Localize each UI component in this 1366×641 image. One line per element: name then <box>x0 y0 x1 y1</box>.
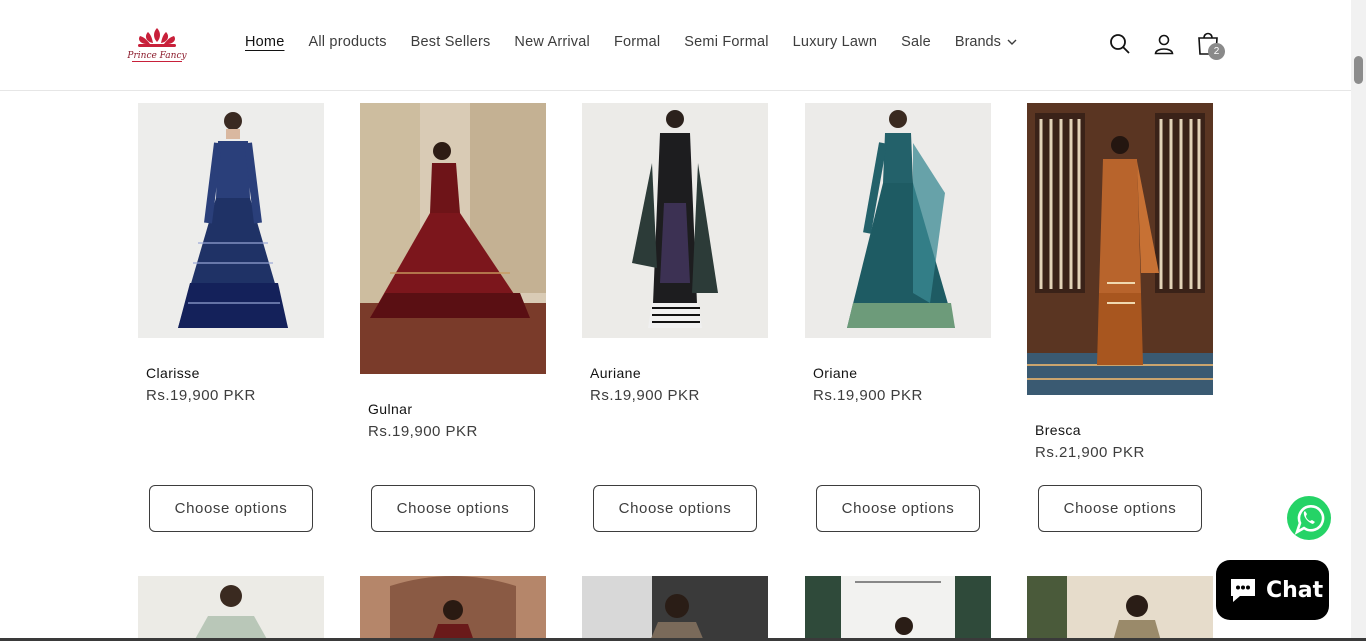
store-logo[interactable]: Prince Fancy <box>126 24 188 66</box>
whatsapp-icon[interactable] <box>1283 492 1335 544</box>
search-icon[interactable] <box>1108 32 1132 56</box>
product-card[interactable]: Gulnar Rs.19,900 PKR <box>360 103 546 440</box>
product-image[interactable] <box>582 103 768 338</box>
product-price: Rs.19,900 PKR <box>813 387 923 404</box>
product-card[interactable]: Oriane Rs.19,900 PKR <box>805 103 991 404</box>
product-image[interactable] <box>1027 103 1213 395</box>
site-header: Prince Fancy Home All products Best Sell… <box>0 0 1366 91</box>
nav-formal[interactable]: Formal <box>614 34 660 50</box>
nav-home[interactable]: Home <box>245 34 284 50</box>
product-image[interactable] <box>805 576 991 641</box>
product-card[interactable]: Auriane Rs.19,900 PKR <box>582 103 768 404</box>
product-name[interactable]: Bresca <box>1035 422 1081 438</box>
choose-options-button[interactable]: Choose options <box>1038 485 1202 532</box>
product-name[interactable]: Gulnar <box>368 401 412 417</box>
nav-all-products[interactable]: All products <box>308 34 386 50</box>
product-image[interactable] <box>138 103 324 338</box>
main-nav: Home All products Best Sellers New Arriv… <box>245 34 1017 50</box>
nav-sale[interactable]: Sale <box>901 34 931 50</box>
product-price: Rs.21,900 PKR <box>1035 444 1145 461</box>
product-image[interactable] <box>1027 576 1213 641</box>
product-price: Rs.19,900 PKR <box>368 423 478 440</box>
product-image[interactable] <box>360 576 546 641</box>
choose-options-button[interactable]: Choose options <box>816 485 980 532</box>
chevron-down-icon <box>1007 39 1017 45</box>
nav-best-sellers[interactable]: Best Sellers <box>411 34 491 50</box>
product-name[interactable]: Clarisse <box>146 365 200 381</box>
chat-label: Chat <box>1266 577 1324 603</box>
product-card[interactable]: Bresca Rs.21,900 PKR <box>1027 103 1213 461</box>
product-image[interactable] <box>360 103 546 374</box>
nav-new-arrival[interactable]: New Arrival <box>514 34 590 50</box>
product-price: Rs.19,900 PKR <box>590 387 700 404</box>
choose-options-button[interactable]: Choose options <box>149 485 313 532</box>
nav-luxury-lawn[interactable]: Luxury Lawn <box>793 34 877 50</box>
account-icon[interactable] <box>1152 32 1176 56</box>
product-image[interactable] <box>805 103 991 338</box>
svg-text:Prince Fancy: Prince Fancy <box>126 51 187 61</box>
chat-button[interactable]: Chat <box>1216 560 1329 620</box>
product-card[interactable]: Clarisse Rs.19,900 PKR <box>138 103 324 404</box>
product-image[interactable] <box>582 576 768 641</box>
product-name[interactable]: Oriane <box>813 365 857 381</box>
nav-brands-label: Brands <box>954 34 1001 50</box>
scrollbar-thumb[interactable] <box>1354 56 1363 84</box>
nav-brands-dropdown[interactable]: Brands <box>955 34 1017 50</box>
choose-options-button[interactable]: Choose options <box>371 485 535 532</box>
nav-semi-formal[interactable]: Semi Formal <box>684 34 768 50</box>
product-image[interactable] <box>138 576 324 641</box>
chat-bubble-icon <box>1231 579 1255 602</box>
page-scrollbar[interactable] <box>1351 0 1366 641</box>
product-price: Rs.19,900 PKR <box>146 387 256 404</box>
product-name[interactable]: Auriane <box>590 365 641 381</box>
cart-count-badge: 2 <box>1208 43 1225 60</box>
choose-options-button[interactable]: Choose options <box>593 485 757 532</box>
